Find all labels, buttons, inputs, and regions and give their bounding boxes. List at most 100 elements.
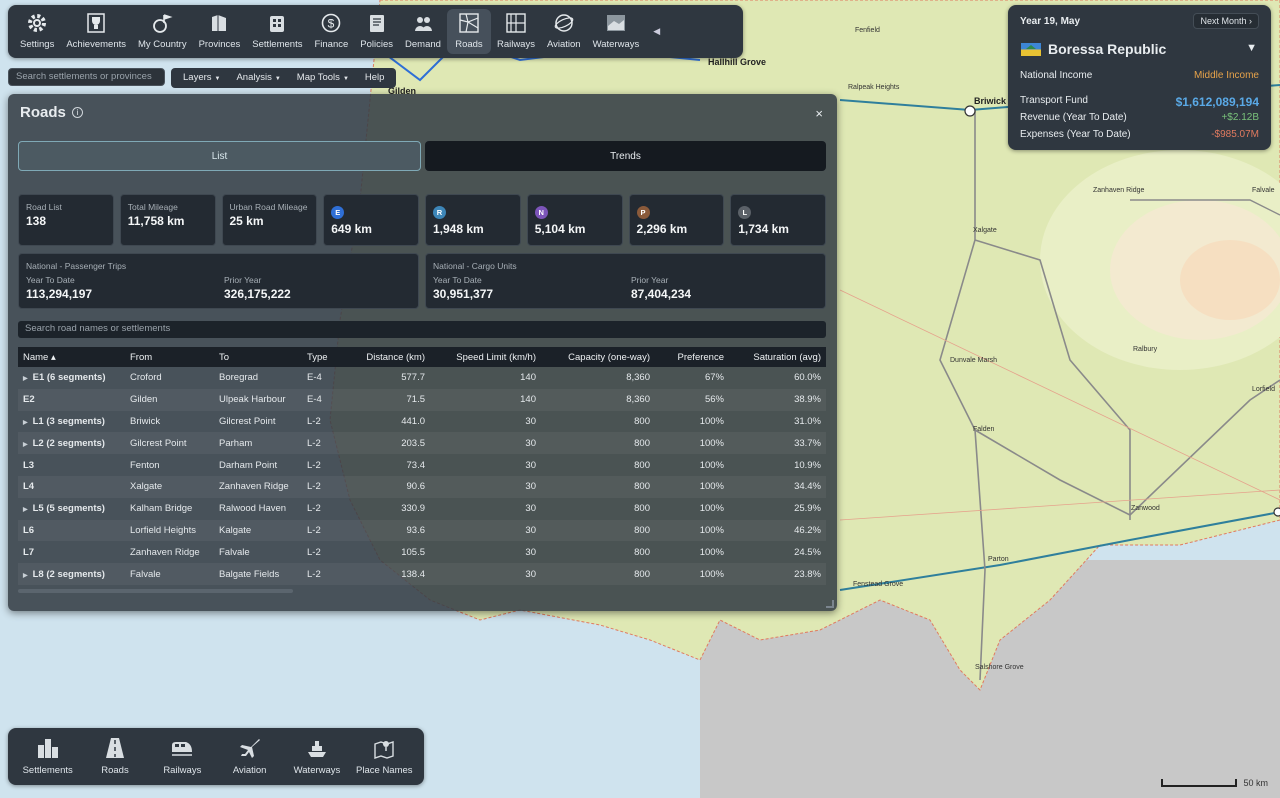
toolbar-provinces[interactable]: Provinces [193, 9, 247, 54]
table-row[interactable]: L7 Zanhaven Ridge Falvale L-2 105.5 30 800 100%… [18, 541, 826, 563]
stat-value: 11,758 km [127, 214, 185, 228]
table-row[interactable]: L3 Fenton Darham Point L-2 73.4 30 800 100% 10.9… [18, 454, 826, 476]
column-header-from[interactable]: From [125, 347, 214, 367]
menu-map-tools[interactable]: Map Tools ▼ [289, 68, 357, 88]
cell-to: Zanhaven Ridge [214, 475, 302, 498]
layer-label: Railways [163, 765, 202, 776]
search-input[interactable]: Search settlements or provinces [8, 68, 165, 86]
cell-road-name[interactable]: L7 [18, 541, 125, 563]
toolbar-finance[interactable]: $ Finance [308, 9, 354, 54]
layer-waterways[interactable]: Waterways [283, 732, 350, 781]
cell-preference: 100% [655, 475, 729, 498]
cell-to: Gilcrest Point [219, 415, 276, 427]
cell-preference: 100% [655, 432, 729, 455]
cell-road-name[interactable]: E2 [18, 388, 125, 411]
layer-roads[interactable]: Roads [81, 732, 148, 781]
menu-analysis[interactable]: Analysis ▼ [228, 68, 288, 88]
stat-class-e: E 649 km [323, 194, 419, 246]
tab-trends[interactable]: Trends [425, 141, 826, 171]
cell-road-name[interactable]: ▶ L8 (2 segments) [18, 563, 125, 585]
toolbar-my-country[interactable]: My Country [132, 9, 193, 54]
table-row[interactable]: L4 Xalgate Zanhaven Ridge L-2 90.6 30 800 100% 3… [18, 475, 826, 498]
class-l-badge: L [738, 206, 752, 219]
road-name: L2 [32, 437, 44, 449]
table-row[interactable]: ▶ L8 (2 segments) Falvale Balgate Fields L-2… [18, 563, 826, 585]
country-dropdown-toggle[interactable]: ▼ [1246, 42, 1257, 54]
toolbar-roads[interactable]: Roads [446, 9, 491, 54]
table-row[interactable]: ▶ L2 (2 segments) Gilcrest Point Parham L-2 2… [18, 432, 826, 455]
next-month-button[interactable]: Next Month › [1193, 13, 1259, 29]
cell-type: L-2 [307, 459, 321, 471]
ship-icon [605, 12, 627, 34]
place-label: Falden [973, 426, 995, 433]
view-tabs: List Trends [18, 141, 826, 171]
cell-saturation: 24.5% [794, 546, 821, 558]
cell-to: Balgate Fields [214, 563, 302, 585]
table-row[interactable]: ▶ E1 (6 segments) Croford Boregrad E-4 577.7 1… [18, 367, 826, 389]
stat-label: Road List [26, 202, 62, 212]
cell-road-name[interactable]: L6 [18, 519, 125, 542]
column-header-preference[interactable]: Preference [655, 347, 729, 367]
column-header-distance[interactable]: Distance (km) [342, 347, 430, 367]
cell-type: L-2 [302, 563, 342, 585]
table-row[interactable]: L6 Lorfield Heights Kalgate L-2 93.6 30 800 100… [18, 519, 826, 542]
layer-aviation[interactable]: Aviation [216, 732, 283, 781]
column-header-to[interactable]: To [214, 347, 302, 367]
layer-place-names[interactable]: Place Names [351, 732, 418, 781]
trophy-icon [85, 12, 107, 34]
country-panel: Year 19, May Next Month › Boressa Republ… [1008, 5, 1271, 150]
column-header-speed[interactable]: Speed Limit (km/h) [430, 347, 541, 367]
toolbar-settlements[interactable]: Settlements [246, 9, 308, 54]
layer-settlements[interactable]: Settlements [14, 732, 81, 781]
cell-road-name[interactable]: ▶ L2 (2 segments) [18, 432, 125, 455]
layer-railways[interactable]: Railways [149, 732, 216, 781]
menu-layers[interactable]: Layers ▼ [175, 68, 228, 88]
column-header-name[interactable]: Name ▴ [18, 347, 125, 367]
menu-help[interactable]: Help [357, 68, 393, 88]
cell-type: L-2 [302, 519, 342, 542]
road-name: L5 [32, 503, 44, 515]
toolbar-achievements[interactable]: Achievements [60, 9, 132, 54]
table-row[interactable]: ▶ L5 (5 segments) Kalham Bridge Ralwood Hav… [18, 498, 826, 520]
horizontal-scrollbar[interactable] [18, 589, 293, 593]
place-label: Parton [988, 556, 1009, 563]
road-search-input[interactable]: Search road names or settlements [18, 321, 826, 338]
toolbar-railways[interactable]: Railways [491, 9, 541, 54]
tab-list[interactable]: List [18, 141, 421, 171]
toolbar-label: Settings [20, 39, 55, 50]
cell-road-name[interactable]: L3 [18, 454, 125, 476]
toolbar-aviation[interactable]: Aviation [541, 9, 587, 54]
table-row[interactable]: E2 Gilden Ulpeak Harbour E-4 71.5 140 8,360 56%… [18, 388, 826, 411]
place-label: Ralpeak Heights [848, 84, 900, 91]
cell-road-name[interactable]: ▶ L1 (3 segments) [18, 411, 125, 433]
cell-road-name[interactable]: L4 [18, 475, 125, 498]
toolbar-waterways[interactable]: Waterways [587, 9, 646, 54]
place-label: Zanwood [1131, 505, 1160, 512]
expand-caret-icon[interactable]: ▶ [23, 507, 28, 513]
toolbar-demand[interactable]: Demand [399, 9, 447, 54]
table-row[interactable]: ▶ L1 (3 segments) Briwick Gilcrest Point L-2… [18, 411, 826, 433]
cell-preference: 56% [655, 388, 729, 411]
column-header-saturation[interactable]: Saturation (avg) [729, 347, 826, 367]
collapse-toolbar-button[interactable]: ◀ [645, 9, 660, 54]
cell-to: Parham [214, 432, 302, 455]
expand-caret-icon[interactable]: ▶ [23, 420, 28, 426]
cell-type: L-2 [302, 475, 342, 498]
resize-handle[interactable] [826, 600, 834, 608]
expand-caret-icon[interactable]: ▶ [23, 376, 28, 382]
column-header-capacity[interactable]: Capacity (one-way) [541, 347, 655, 367]
toolbar-label: Finance [314, 39, 349, 50]
cell-from: Kalham Bridge [130, 503, 193, 515]
expand-caret-icon[interactable]: ▶ [23, 442, 28, 448]
close-button[interactable]: × [815, 106, 823, 121]
expand-caret-icon[interactable]: ▶ [23, 573, 28, 579]
info-icon[interactable]: i [71, 107, 83, 118]
toolbar-policies[interactable]: Policies [354, 9, 399, 54]
cell-road-name[interactable]: ▶ L5 (5 segments) [18, 498, 125, 520]
cell-road-name[interactable]: ▶ E1 (6 segments) [18, 367, 125, 389]
toolbar-settings[interactable]: Settings [14, 9, 60, 54]
cell-distance: 330.9 [401, 503, 425, 515]
column-header-type[interactable]: Type [302, 347, 342, 367]
prior-value: 326,175,222 [224, 287, 291, 301]
roads-table: Name ▴ From To Type Distance (km) Speed … [18, 347, 826, 585]
